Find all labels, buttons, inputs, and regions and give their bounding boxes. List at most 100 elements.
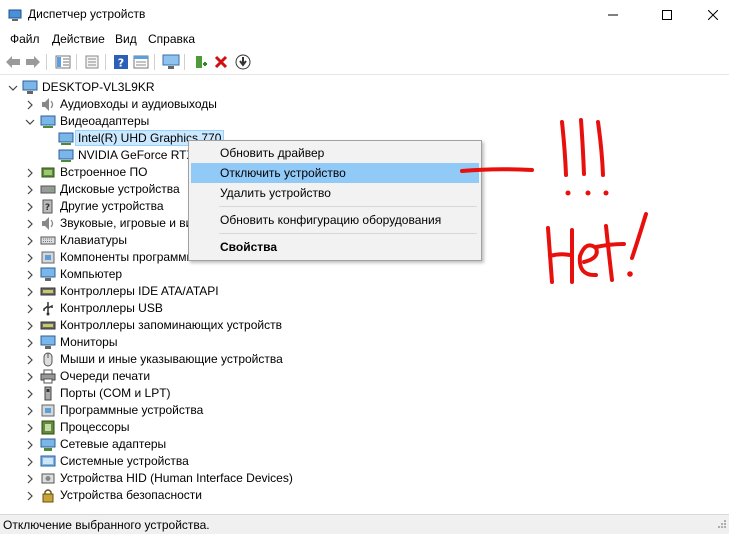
forward-icon[interactable] [24,53,42,71]
device-manager-icon [8,8,22,25]
expand-icon[interactable] [25,320,35,331]
properties-icon[interactable] [132,53,150,71]
list-icon[interactable] [83,53,101,71]
category-ide[interactable]: Контроллеры IDE ATA/ATAPI [0,283,729,300]
expand-icon[interactable] [25,490,35,501]
menu-bar: Файл Действие Вид Справка [0,30,729,50]
scan-hardware-item[interactable]: Обновить конфигурацию оборудования [191,210,479,230]
context-menu: Обновить драйвер Отключить устройство Уд… [188,140,482,261]
category-ports[interactable]: Порты (COM и LPT) [0,385,729,402]
computer-icon [22,80,38,95]
expand-icon[interactable] [25,286,35,297]
component-icon [40,250,56,265]
category-software-devices[interactable]: Программные устройства [0,402,729,419]
tree-root[interactable]: DESKTOP-VL3L9KR [0,79,729,96]
processor-icon [40,420,56,435]
expand-icon[interactable] [25,405,35,416]
scan-hardware-icon[interactable] [162,53,180,71]
category-print-queues[interactable]: Очереди печати [0,368,729,385]
keyboard-icon [40,233,56,248]
firmware-icon [40,165,56,180]
category-storage[interactable]: Контроллеры запоминающих устройств [0,317,729,334]
expand-icon[interactable] [25,201,35,212]
svg-text:?: ? [45,203,50,213]
help-icon[interactable]: ? [112,53,130,71]
category-usb[interactable]: Контроллеры USB [0,300,729,317]
printer-icon [40,369,56,384]
svg-text:?: ? [118,57,124,70]
expand-icon[interactable] [25,303,35,314]
maximize-button[interactable] [644,0,690,30]
monitor-icon [40,335,56,350]
expand-icon[interactable] [25,252,35,263]
uninstall-icon[interactable] [212,53,230,71]
speaker-icon [40,216,56,231]
port-icon [40,386,56,401]
expand-icon[interactable] [25,354,35,365]
display-adapter-icon [40,114,56,129]
expand-icon[interactable] [25,235,35,246]
display-adapter-icon [58,131,74,146]
collapse-icon[interactable] [8,82,18,92]
usb-icon [40,301,56,316]
category-network[interactable]: Сетевые адаптеры [0,436,729,453]
title-bar: Диспетчер устройств [0,0,729,30]
resize-grip-icon[interactable] [717,518,727,532]
display-adapter-icon [58,148,74,163]
expand-icon[interactable] [25,167,35,178]
category-security[interactable]: Устройства безопасности [0,487,729,504]
menu-help[interactable]: Справка [148,32,195,46]
update-driver-item[interactable]: Обновить драйвер [191,143,479,163]
disable-device-item[interactable]: Отключить устройство [191,163,479,183]
network-adapter-icon [40,437,56,452]
disk-icon [40,182,56,197]
security-device-icon [40,488,56,503]
system-device-icon [40,454,56,469]
menu-separator [219,233,477,234]
category-video[interactable]: Видеоадаптеры [0,113,729,130]
category-processors[interactable]: Процессоры [0,419,729,436]
menu-view[interactable]: Вид [115,32,137,46]
back-icon[interactable] [4,53,22,71]
category-audio[interactable]: Аудиовходы и аудиовыходы [0,96,729,113]
expand-icon[interactable] [25,184,35,195]
minimize-button[interactable] [590,0,636,30]
collapse-icon[interactable] [25,116,35,126]
menu-separator [219,206,477,207]
category-computer[interactable]: Компьютер [0,266,729,283]
expand-icon[interactable] [25,99,35,110]
menu-action[interactable]: Действие [52,32,105,46]
close-button[interactable] [690,0,729,30]
category-monitors[interactable]: Мониторы [0,334,729,351]
expand-icon[interactable] [25,456,35,467]
monitor-icon [40,267,56,282]
expand-icon[interactable] [25,371,35,382]
window-title: Диспетчер устройств [28,7,146,21]
status-text: Отключение выбранного устройства. [3,518,210,532]
hid-icon [40,471,56,486]
expand-icon[interactable] [25,388,35,399]
expand-icon[interactable] [25,337,35,348]
add-driver-icon[interactable] [192,53,210,71]
download-icon[interactable] [234,53,252,71]
category-hid[interactable]: Устройства HID (Human Interface Devices) [0,470,729,487]
toolbar: ? [0,50,729,75]
uninstall-device-item[interactable]: Удалить устройство [191,183,479,203]
tree-view-icon[interactable] [54,53,72,71]
category-system[interactable]: Системные устройства [0,453,729,470]
controller-icon [40,318,56,333]
expand-icon[interactable] [25,473,35,484]
properties-item[interactable]: Свойства [191,237,479,257]
expand-icon[interactable] [25,422,35,433]
unknown-device-icon: ? [40,199,56,214]
status-bar: Отключение выбранного устройства. [0,514,729,534]
component-icon [40,403,56,418]
category-mice[interactable]: Мыши и иные указывающие устройства [0,351,729,368]
menu-file[interactable]: Файл [10,32,40,46]
expand-icon[interactable] [25,269,35,280]
expand-icon[interactable] [25,439,35,450]
controller-icon [40,284,56,299]
mouse-icon [40,352,56,367]
speaker-icon [40,97,56,112]
expand-icon[interactable] [25,218,35,229]
